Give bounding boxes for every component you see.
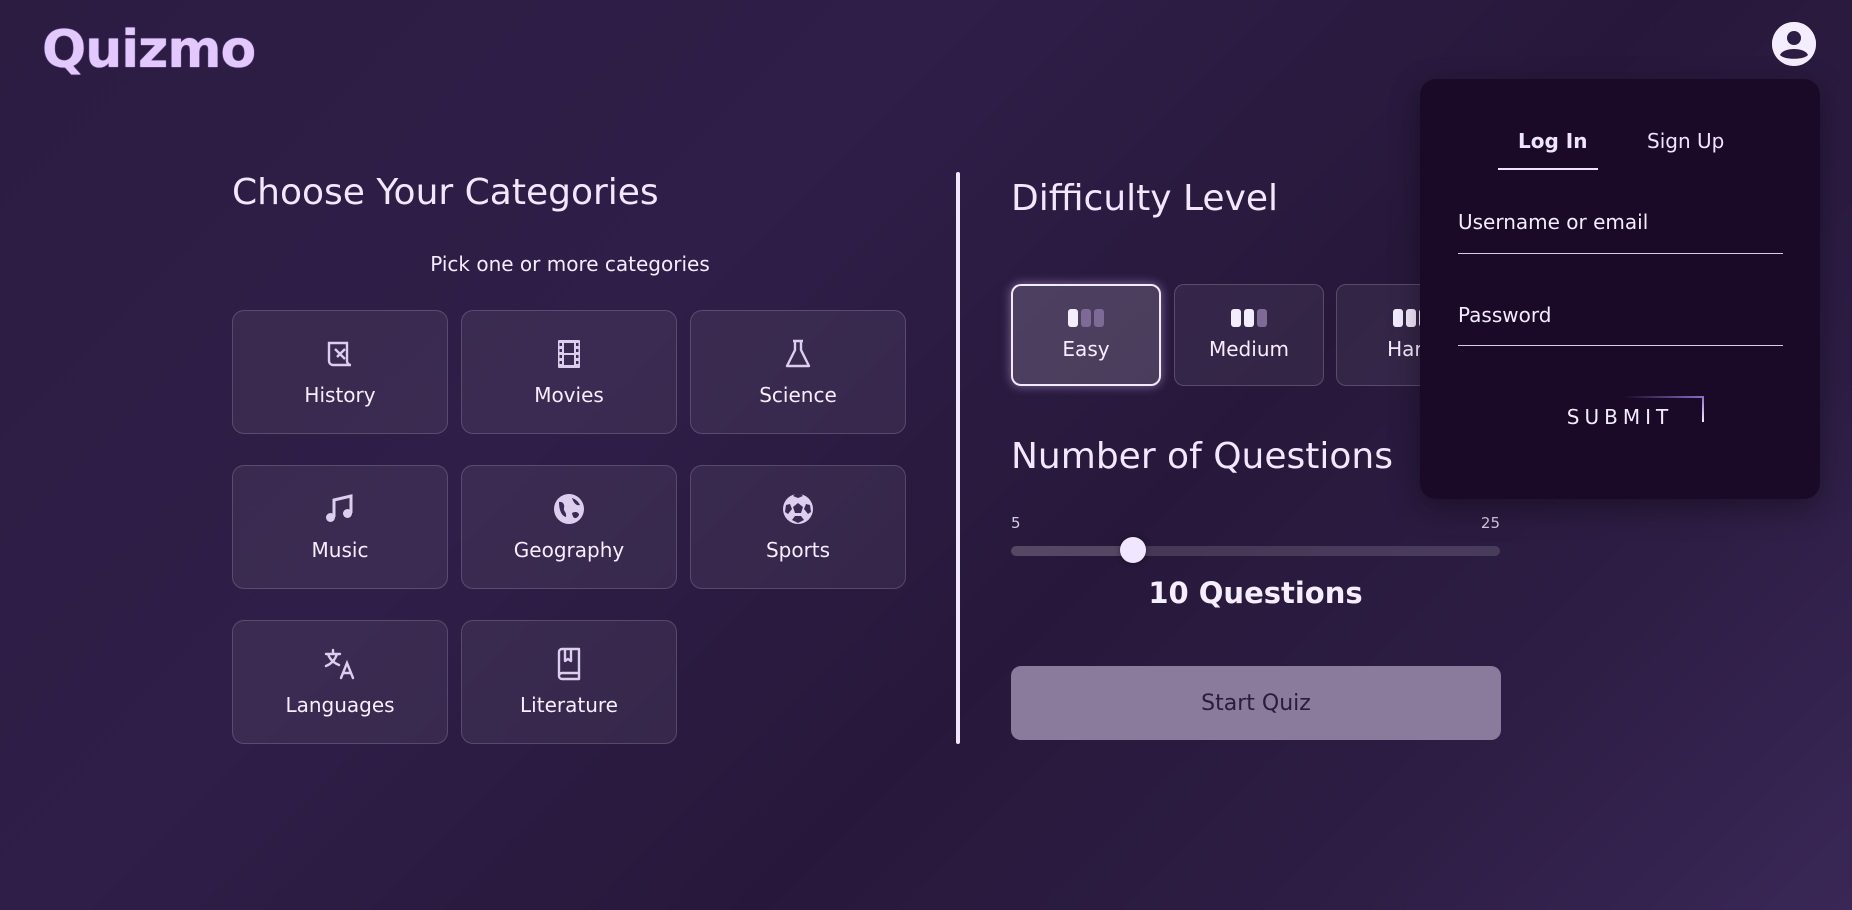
category-label: Geography (513, 538, 625, 562)
difficulty-easy[interactable]: Easy (1011, 284, 1161, 386)
questions-title: Number of Questions (1011, 436, 1393, 477)
translate-icon (324, 648, 355, 680)
category-music[interactable]: Music (232, 465, 448, 589)
category-science[interactable]: Science (690, 310, 906, 434)
slider-min-label: 5 (1011, 514, 1021, 532)
flask-icon (785, 339, 811, 368)
category-label: History (304, 383, 376, 407)
section-divider (956, 172, 960, 744)
questions-slider-track[interactable] (1011, 546, 1500, 556)
categories-title: Choose Your Categories (232, 172, 659, 213)
username-input[interactable] (1458, 205, 1783, 239)
history-scroll-icon (327, 341, 352, 367)
difficulty-title: Difficulty Level (1011, 178, 1279, 219)
questions-slider-thumb[interactable] (1120, 537, 1147, 563)
start-quiz-button[interactable]: Start Quiz (1011, 666, 1501, 740)
password-underline (1458, 345, 1783, 346)
category-label: Music (311, 538, 369, 562)
category-literature[interactable]: Literature (461, 620, 677, 744)
account-button[interactable] (1772, 22, 1816, 66)
questions-slider-fill (1011, 546, 1134, 556)
tab-log-in[interactable]: Log In (1518, 129, 1587, 153)
music-note-icon (326, 494, 353, 522)
submit-button[interactable]: SUBMIT (1560, 397, 1680, 437)
difficulty-bars-icon (1231, 309, 1267, 327)
account-circle-icon (1772, 22, 1816, 66)
film-strip-icon (558, 340, 580, 368)
categories-subtitle: Pick one or more categories (430, 252, 710, 276)
active-tab-indicator (1498, 168, 1598, 170)
auth-panel: Log In Sign Up Username or email Passwor… (1420, 79, 1820, 499)
questions-count: 10 Questions (1148, 576, 1363, 610)
difficulty-label: Medium (1209, 337, 1289, 361)
book-icon (557, 647, 581, 681)
category-geography[interactable]: Geography (461, 465, 677, 589)
app-logo[interactable]: Quizmo (42, 20, 256, 80)
submit-decoration-side (1702, 396, 1704, 422)
slider-max-label: 25 (1480, 514, 1500, 532)
category-label: Languages (285, 693, 395, 717)
soccer-ball-icon (783, 494, 813, 524)
difficulty-label: Easy (1062, 337, 1110, 361)
category-label: Movies (534, 383, 604, 407)
category-movies[interactable]: Movies (461, 310, 677, 434)
category-history[interactable]: History (232, 310, 448, 434)
difficulty-medium[interactable]: Medium (1174, 284, 1324, 386)
category-label: Science (759, 383, 837, 407)
difficulty-bars-icon (1068, 309, 1104, 327)
categories-section: Choose Your Categories Pick one or more … (232, 172, 908, 744)
category-sports[interactable]: Sports (690, 465, 906, 589)
password-input[interactable] (1458, 298, 1783, 332)
category-label: Sports (765, 538, 831, 562)
category-label: Literature (520, 693, 618, 717)
tab-sign-up[interactable]: Sign Up (1647, 129, 1724, 153)
username-underline (1458, 253, 1783, 254)
globe-icon (554, 494, 584, 524)
category-languages[interactable]: Languages (232, 620, 448, 744)
